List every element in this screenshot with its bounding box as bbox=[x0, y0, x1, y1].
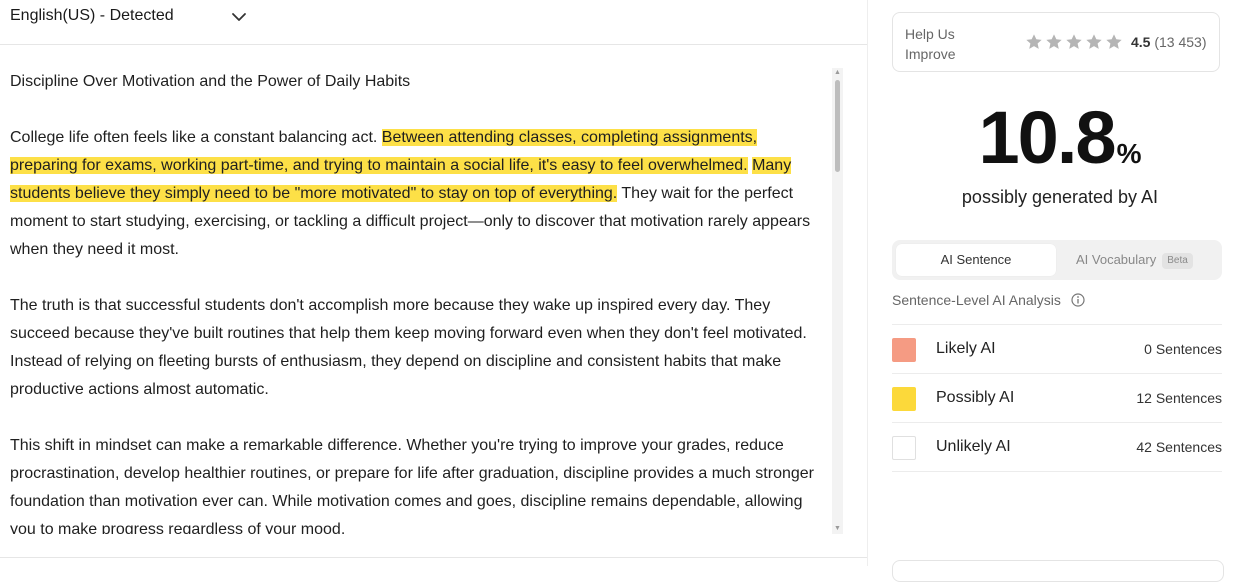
beta-badge: Beta bbox=[1162, 253, 1193, 269]
legend-label: Possibly AI bbox=[936, 389, 1015, 406]
info-icon[interactable] bbox=[1071, 293, 1085, 307]
star-icon[interactable] bbox=[1025, 33, 1043, 51]
legend-label: Likely AI bbox=[936, 340, 996, 357]
analysis-legend: Likely AI 0 Sentences Possibly AI 12 Sen… bbox=[892, 324, 1222, 472]
ai-score: 10.8% bbox=[868, 96, 1252, 180]
star-icon[interactable] bbox=[1105, 33, 1123, 51]
star-icon[interactable] bbox=[1045, 33, 1063, 51]
tab-ai-vocabulary-label: AI Vocabulary bbox=[1076, 252, 1157, 267]
ai-score-unit: % bbox=[1116, 138, 1142, 169]
paragraph-2: The truth is that successful students do… bbox=[10, 297, 807, 398]
results-panel: Help Us Improve 4.5 (13 453) 10.8% possi… bbox=[868, 0, 1252, 582]
scroll-up-arrow-icon[interactable]: ▲ bbox=[832, 68, 843, 78]
legend-count: 12 Sentences bbox=[1136, 390, 1222, 406]
sentence-unhighlighted: College life often feels like a constant… bbox=[10, 129, 382, 146]
legend-count: 0 Sentences bbox=[1144, 341, 1222, 357]
scroll-down-arrow-icon[interactable]: ▼ bbox=[832, 524, 843, 534]
likely-ai-swatch bbox=[892, 338, 916, 362]
paragraph-1: College life often feels like a constant… bbox=[10, 124, 825, 264]
scroll-thumb[interactable] bbox=[835, 80, 840, 172]
analysis-tabs: AI Sentence AI Vocabulary Beta bbox=[892, 240, 1222, 280]
legend-count: 42 Sentences bbox=[1136, 439, 1222, 455]
tab-ai-sentence[interactable]: AI Sentence bbox=[896, 244, 1056, 276]
paragraph-3: This shift in mindset can make a remarka… bbox=[10, 437, 814, 534]
ai-score-value: 10.8 bbox=[978, 96, 1117, 179]
possibly-ai-swatch bbox=[892, 387, 916, 411]
language-label: English(US) - Detected bbox=[10, 7, 174, 24]
feedback-box[interactable]: Help Us Improve 4.5 (13 453) bbox=[892, 12, 1220, 72]
editor-bottom-divider bbox=[0, 557, 867, 558]
legend-row-likely-ai: Likely AI 0 Sentences bbox=[892, 324, 1222, 373]
tab-ai-vocabulary[interactable]: AI Vocabulary Beta bbox=[1076, 244, 1193, 276]
ai-score-caption: possibly generated by AI bbox=[961, 187, 1159, 207]
document-content: Discipline Over Motivation and the Power… bbox=[0, 68, 825, 534]
star-icon[interactable] bbox=[1065, 33, 1083, 51]
document-text-area[interactable]: Discipline Over Motivation and the Power… bbox=[0, 68, 830, 534]
document-title: Discipline Over Motivation and the Power… bbox=[10, 73, 411, 90]
analysis-title: Sentence-Level AI Analysis bbox=[892, 292, 1061, 308]
rating-stars[interactable] bbox=[1025, 33, 1123, 51]
document-scrollbar[interactable]: ▲ ▼ bbox=[832, 68, 843, 534]
star-icon[interactable] bbox=[1085, 33, 1103, 51]
help-us-improve-label: Help Us Improve bbox=[905, 26, 956, 62]
rating-value: 4.5 bbox=[1131, 34, 1151, 50]
unlikely-ai-swatch bbox=[892, 436, 916, 460]
rating-count: (13 453) bbox=[1154, 34, 1207, 50]
chevron-down-icon[interactable] bbox=[230, 8, 248, 26]
rating-summary: 4.5 (13 453) bbox=[1131, 34, 1207, 50]
legend-label: Unlikely AI bbox=[936, 438, 1011, 455]
language-selector[interactable]: English(US) - Detected bbox=[0, 0, 867, 45]
editor-panel: English(US) - Detected Discipline Over M… bbox=[0, 0, 867, 566]
legend-row-possibly-ai: Possibly AI 12 Sentences bbox=[892, 373, 1222, 422]
next-card bbox=[892, 560, 1224, 582]
legend-row-unlikely-ai: Unlikely AI 42 Sentences bbox=[892, 422, 1222, 472]
analysis-heading: Sentence-Level AI Analysis bbox=[892, 292, 1085, 308]
